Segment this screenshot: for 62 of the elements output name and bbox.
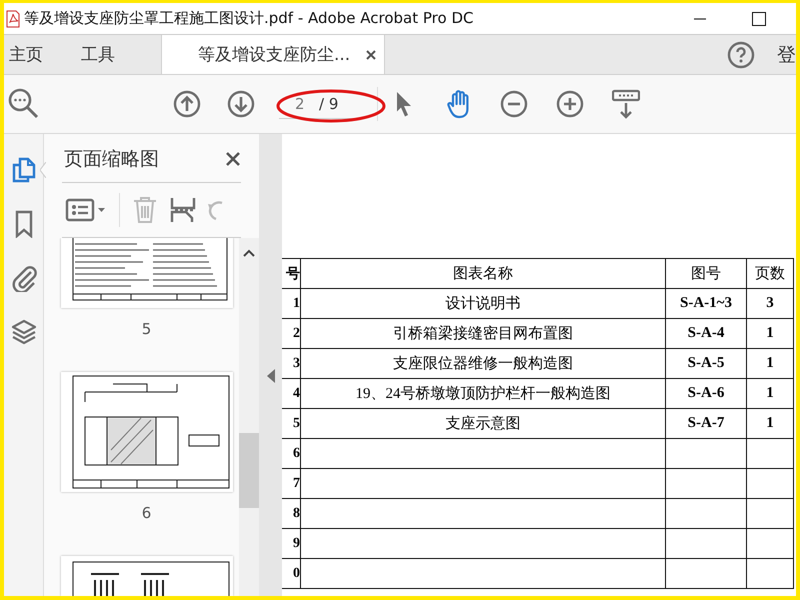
scrollbar[interactable] [239,238,259,596]
table-cell: 支座示意图 [300,408,666,438]
table-cell: 设计说明书 [300,288,666,318]
column-header: 图号 [666,258,746,288]
page-thumbnail[interactable] [60,238,232,308]
column-header: 号 [282,258,300,288]
table-cell: 7 [282,468,300,498]
window-title: 等及增设支座防尘罩工程施工图设计.pdf - Adobe Acrobat Pro DC [24,9,474,28]
page-thumbnail[interactable] [60,372,232,492]
panel-title: 页面缩略图 [64,147,159,172]
page-break-icon[interactable] [170,196,196,224]
close-icon[interactable] [366,50,376,60]
maximize-icon[interactable] [752,12,766,26]
pages-icon[interactable] [10,156,36,184]
table-cell: 1 [746,378,794,408]
page-number-label: 6 [142,504,152,522]
column-header: 图表名称 [300,258,666,288]
table-cell: S-A-1~3 [666,288,746,318]
collapse-panel-icon[interactable] [266,369,274,383]
list-options-icon[interactable] [65,198,107,222]
cursor-icon[interactable] [394,90,414,118]
paperclip-icon[interactable] [10,264,36,292]
zoom-in-icon[interactable] [556,90,584,118]
scrollbar-thumb[interactable] [239,433,259,508]
page-number-field[interactable]: 2 [295,94,305,112]
previous-page-icon[interactable] [173,90,201,118]
table-cell: 5 [282,408,300,438]
page-number-label: 5 [142,320,152,338]
table-cell: 1 [746,318,794,348]
table-cell: S-A-7 [666,408,746,438]
keyboard-down-icon[interactable] [612,89,640,119]
table-cell: 1 [282,288,300,318]
page-thumbnail[interactable] [60,556,232,596]
next-page-icon[interactable] [227,90,255,118]
table-cell: 0 [282,558,300,588]
scroll-up-icon[interactable] [243,248,255,258]
tab[interactable]: 主页 [4,35,61,74]
table-cell: 19、24号桥墩墩顶防护栏杆一般构造图 [300,378,666,408]
table-cell: 3 [282,348,300,378]
table-cell: 1 [746,348,794,378]
search-icon[interactable] [8,88,40,120]
table-cell: 支座限位器维修一般构造图 [300,348,666,378]
table-cell: S-A-6 [666,378,746,408]
table-cell: 8 [282,498,300,528]
table-cell: S-A-4 [666,318,746,348]
table-cell: S-A-5 [666,348,746,378]
table-cell: 1 [746,408,794,438]
column-header: 页数 [746,258,794,288]
table-cell: 6 [282,438,300,468]
table-cell: 3 [746,288,794,318]
tab[interactable]: 等及增设支座防尘... [161,35,385,74]
zoom-out-icon[interactable] [500,90,528,118]
table-cell: 2 [282,318,300,348]
page-total: / 9 [319,94,338,112]
sign-in-link[interactable]: 登 [777,35,796,74]
table-cell: 9 [282,528,300,558]
layers-icon[interactable] [10,318,36,346]
close-icon[interactable] [225,151,241,167]
table-cell: 4 [282,378,300,408]
tab[interactable]: 工具 [61,35,133,74]
table-cell: 引桥箱梁接缝密目网布置图 [300,318,666,348]
help-icon[interactable] [727,40,755,68]
